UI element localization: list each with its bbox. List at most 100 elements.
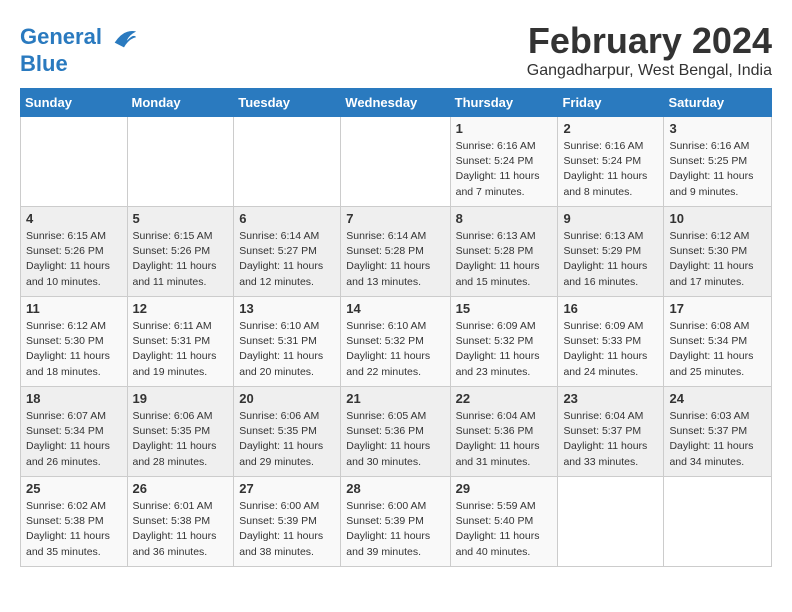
calendar-cell: 8 Sunrise: 6:13 AM Sunset: 5:28 PM Daylig… [450, 207, 558, 297]
calendar-cell: 13Sunrise: 6:10 AM Sunset: 5:31 PM Dayli… [234, 297, 341, 387]
calendar-cell: 18 Sunrise: 6:07 AM Sunset: 5:34 PM Dayli… [21, 387, 128, 477]
day-number: 13 [239, 301, 335, 316]
day-info: Sunrise: 6:13 AM Sunset: 5:29 PM Dayligh… [563, 229, 658, 290]
title-block: February 2024 Gangadharpur, West Bengal,… [527, 20, 772, 80]
calendar-cell: 12 Sunrise: 6:11 AM Sunset: 5:31 PM Dayli… [127, 297, 234, 387]
day-number: 5 [133, 211, 229, 226]
calendar-cell [127, 117, 234, 207]
day-number: 12 [133, 301, 229, 316]
calendar-cell: 17 Sunrise: 6:08 AM Sunset: 5:34 PM Dayli… [664, 297, 772, 387]
day-info: Sunrise: 6:12 AM Sunset: 5:30 PM Dayligh… [669, 229, 766, 290]
logo-blue: Blue [20, 51, 68, 76]
column-header-friday: Friday [558, 89, 664, 117]
calendar-cell: 5Sunrise: 6:15 AM Sunset: 5:26 PM Daylig… [127, 207, 234, 297]
calendar-week-row: 18 Sunrise: 6:07 AM Sunset: 5:34 PM Dayli… [21, 387, 772, 477]
day-info: Sunrise: 6:09 AM Sunset: 5:32 PM Dayligh… [456, 319, 553, 380]
calendar-cell: 7 Sunrise: 6:14 AM Sunset: 5:28 PM Daylig… [341, 207, 450, 297]
day-info: Sunrise: 6:16 AM Sunset: 5:25 PM Dayligh… [669, 139, 766, 200]
logo: General Blue [20, 24, 138, 76]
calendar-cell: 20 Sunrise: 6:06 AM Sunset: 5:35 PM Dayli… [234, 387, 341, 477]
day-info: Sunrise: 6:08 AM Sunset: 5:34 PM Dayligh… [669, 319, 766, 380]
day-number: 20 [239, 391, 335, 406]
day-info: Sunrise: 6:05 AM Sunset: 5:36 PM Dayligh… [346, 409, 444, 470]
month-year-title: February 2024 [527, 20, 772, 62]
day-number: 29 [456, 481, 553, 496]
day-number: 3 [669, 121, 766, 136]
day-info: Sunrise: 6:14 AM Sunset: 5:28 PM Dayligh… [346, 229, 444, 290]
day-info: Sunrise: 6:11 AM Sunset: 5:31 PM Dayligh… [133, 319, 229, 380]
day-number: 26 [133, 481, 229, 496]
day-info: Sunrise: 5:59 AM Sunset: 5:40 PM Dayligh… [456, 499, 553, 560]
day-number: 25 [26, 481, 122, 496]
day-number: 4 [26, 211, 122, 226]
calendar-cell: 26 Sunrise: 6:01 AM Sunset: 5:38 PM Dayli… [127, 477, 234, 567]
day-info: Sunrise: 6:01 AM Sunset: 5:38 PM Dayligh… [133, 499, 229, 560]
calendar-week-row: 4Sunrise: 6:15 AM Sunset: 5:26 PM Daylig… [21, 207, 772, 297]
calendar-cell: 21 Sunrise: 6:05 AM Sunset: 5:36 PM Dayli… [341, 387, 450, 477]
calendar-cell [21, 117, 128, 207]
day-number: 2 [563, 121, 658, 136]
calendar-cell: 3 Sunrise: 6:16 AM Sunset: 5:25 PM Daylig… [664, 117, 772, 207]
day-info: Sunrise: 6:06 AM Sunset: 5:35 PM Dayligh… [239, 409, 335, 470]
column-header-wednesday: Wednesday [341, 89, 450, 117]
calendar-cell: 4Sunrise: 6:15 AM Sunset: 5:26 PM Daylig… [21, 207, 128, 297]
day-number: 24 [669, 391, 766, 406]
day-info: Sunrise: 6:02 AM Sunset: 5:38 PM Dayligh… [26, 499, 122, 560]
day-info: Sunrise: 6:12 AM Sunset: 5:30 PM Dayligh… [26, 319, 122, 380]
day-info: Sunrise: 6:00 AM Sunset: 5:39 PM Dayligh… [239, 499, 335, 560]
day-number: 8 [456, 211, 553, 226]
calendar-cell: 16 Sunrise: 6:09 AM Sunset: 5:33 PM Dayli… [558, 297, 664, 387]
day-info: Sunrise: 6:03 AM Sunset: 5:37 PM Dayligh… [669, 409, 766, 470]
day-number: 1 [456, 121, 553, 136]
calendar-cell: 29 Sunrise: 5:59 AM Sunset: 5:40 PM Dayli… [450, 477, 558, 567]
calendar-cell: 10 Sunrise: 6:12 AM Sunset: 5:30 PM Dayli… [664, 207, 772, 297]
column-header-thursday: Thursday [450, 89, 558, 117]
day-info: Sunrise: 6:16 AM Sunset: 5:24 PM Dayligh… [563, 139, 658, 200]
day-number: 14 [346, 301, 444, 316]
calendar-cell: 6 Sunrise: 6:14 AM Sunset: 5:27 PM Daylig… [234, 207, 341, 297]
calendar-cell: 14Sunrise: 6:10 AM Sunset: 5:32 PM Dayli… [341, 297, 450, 387]
calendar-cell: 2 Sunrise: 6:16 AM Sunset: 5:24 PM Daylig… [558, 117, 664, 207]
calendar-cell: 22 Sunrise: 6:04 AM Sunset: 5:36 PM Dayli… [450, 387, 558, 477]
day-number: 17 [669, 301, 766, 316]
calendar-cell: 9 Sunrise: 6:13 AM Sunset: 5:29 PM Daylig… [558, 207, 664, 297]
calendar-cell: 11 Sunrise: 6:12 AM Sunset: 5:30 PM Dayli… [21, 297, 128, 387]
calendar-week-row: 25 Sunrise: 6:02 AM Sunset: 5:38 PM Dayli… [21, 477, 772, 567]
day-number: 7 [346, 211, 444, 226]
day-number: 15 [456, 301, 553, 316]
day-number: 11 [26, 301, 122, 316]
calendar-cell: 15 Sunrise: 6:09 AM Sunset: 5:32 PM Dayli… [450, 297, 558, 387]
day-info: Sunrise: 6:04 AM Sunset: 5:36 PM Dayligh… [456, 409, 553, 470]
day-number: 21 [346, 391, 444, 406]
calendar-cell: 25 Sunrise: 6:02 AM Sunset: 5:38 PM Dayli… [21, 477, 128, 567]
day-number: 22 [456, 391, 553, 406]
calendar-cell [234, 117, 341, 207]
day-number: 9 [563, 211, 658, 226]
day-number: 28 [346, 481, 444, 496]
day-info: Sunrise: 6:07 AM Sunset: 5:34 PM Dayligh… [26, 409, 122, 470]
day-number: 10 [669, 211, 766, 226]
calendar-cell [341, 117, 450, 207]
logo-general: General [20, 24, 102, 49]
location-subtitle: Gangadharpur, West Bengal, India [527, 62, 772, 80]
day-info: Sunrise: 6:14 AM Sunset: 5:27 PM Dayligh… [239, 229, 335, 290]
day-info: Sunrise: 6:09 AM Sunset: 5:33 PM Dayligh… [563, 319, 658, 380]
day-number: 16 [563, 301, 658, 316]
day-info: Sunrise: 6:13 AM Sunset: 5:28 PM Dayligh… [456, 229, 553, 290]
day-number: 27 [239, 481, 335, 496]
calendar-cell [558, 477, 664, 567]
day-info: Sunrise: 6:04 AM Sunset: 5:37 PM Dayligh… [563, 409, 658, 470]
day-number: 18 [26, 391, 122, 406]
column-header-sunday: Sunday [21, 89, 128, 117]
day-number: 6 [239, 211, 335, 226]
day-info: Sunrise: 6:16 AM Sunset: 5:24 PM Dayligh… [456, 139, 553, 200]
calendar-week-row: 1 Sunrise: 6:16 AM Sunset: 5:24 PM Daylig… [21, 117, 772, 207]
calendar-cell: 27 Sunrise: 6:00 AM Sunset: 5:39 PM Dayli… [234, 477, 341, 567]
column-header-tuesday: Tuesday [234, 89, 341, 117]
day-info: Sunrise: 6:06 AM Sunset: 5:35 PM Dayligh… [133, 409, 229, 470]
column-header-saturday: Saturday [664, 89, 772, 117]
day-number: 23 [563, 391, 658, 406]
calendar-cell [664, 477, 772, 567]
day-info: Sunrise: 6:00 AM Sunset: 5:39 PM Dayligh… [346, 499, 444, 560]
calendar-cell: 28 Sunrise: 6:00 AM Sunset: 5:39 PM Dayli… [341, 477, 450, 567]
